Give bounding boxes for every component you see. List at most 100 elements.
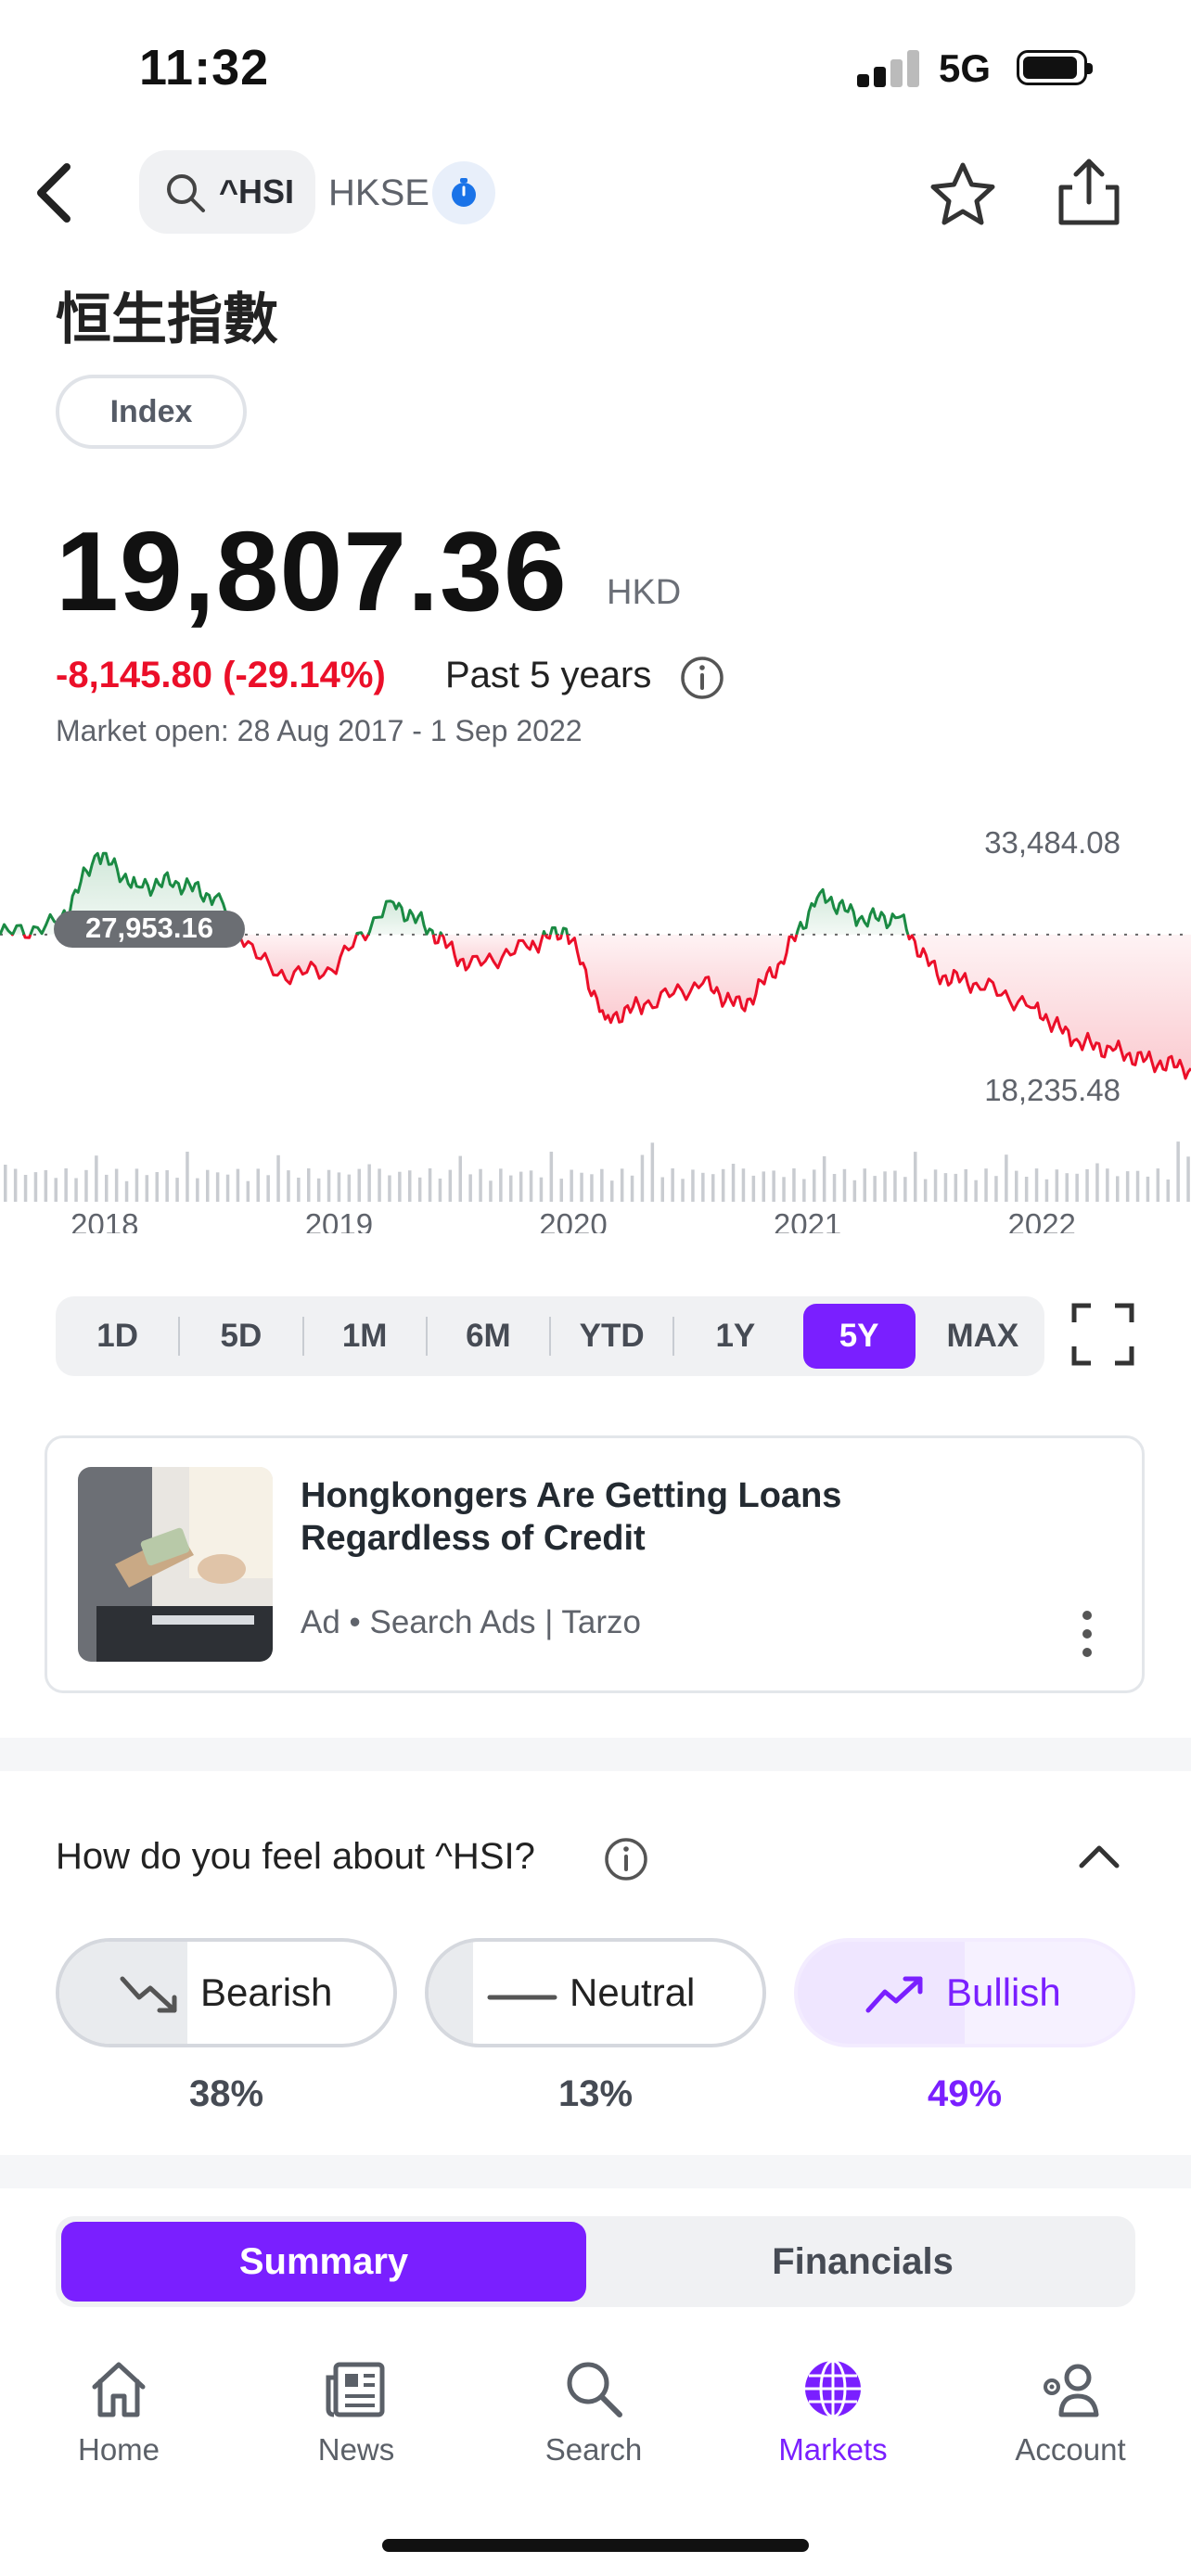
bearish-label: Bearish <box>200 1970 333 2014</box>
volume-bar <box>933 1169 938 1202</box>
volume-bar <box>539 1177 544 1202</box>
volume-bar <box>610 1180 614 1202</box>
volume-bar <box>468 1174 472 1202</box>
volume-bar <box>529 1170 533 1202</box>
tabbar-search[interactable]: Search <box>501 2355 686 2468</box>
volume-bar <box>327 1169 331 1202</box>
globe-icon <box>805 2359 861 2418</box>
volume-bar <box>458 1155 462 1202</box>
x-tick-label: 2019 <box>305 1207 373 1233</box>
volume-bar <box>246 1180 250 1202</box>
volume-bar <box>378 1168 381 1202</box>
volume-bar <box>974 1180 978 1202</box>
volume-bar <box>196 1178 199 1202</box>
timeframe-1m[interactable]: 1M <box>309 1304 421 1369</box>
tabbar-account[interactable]: Account <box>978 2355 1163 2468</box>
volume-bar <box>337 1172 341 1202</box>
timeframe-separator <box>178 1317 181 1356</box>
volume-bar <box>772 1170 775 1202</box>
bearish-button[interactable]: Bearish <box>56 1938 397 2047</box>
account-gear-icon <box>1044 2364 1099 2417</box>
baseline-badge: 27,953.16 <box>54 911 245 948</box>
volume-bar <box>448 1169 453 1202</box>
volume-bar <box>124 1180 129 1202</box>
x-tick-label: 2021 <box>774 1207 841 1233</box>
x-tick-label: 2022 <box>1007 1207 1075 1233</box>
volume-bar <box>590 1174 594 1202</box>
timeframe-1y[interactable]: 1Y <box>679 1304 791 1369</box>
type-tag[interactable]: Index <box>56 375 247 449</box>
more-vertical-icon <box>1082 1611 1092 1657</box>
volume-bar <box>74 1178 78 1202</box>
volume-bar <box>741 1168 746 1202</box>
back-button[interactable] <box>28 158 83 228</box>
price-chart[interactable]: 27,953.16 33,484.08 18,235.48 2018 2019 20… <box>0 816 1191 1233</box>
volume-bar <box>23 1175 28 1202</box>
timeframe-ytd[interactable]: YTD <box>556 1304 668 1369</box>
volume-bar <box>954 1173 958 1202</box>
period-label: Past 5 years <box>445 655 652 695</box>
market-hours-badge[interactable] <box>432 161 495 224</box>
info-button[interactable] <box>679 655 725 706</box>
timeframe-5y[interactable]: 5Y <box>802 1304 916 1369</box>
neutral-percent: 13% <box>557 2073 634 2114</box>
volume-bar <box>1095 1163 1099 1202</box>
volume-bar <box>559 1179 563 1202</box>
search-icon <box>167 174 205 212</box>
x-tick-label: 2020 <box>539 1207 607 1233</box>
ad-more-button[interactable] <box>1078 1606 1096 1662</box>
volume-bar <box>256 1168 260 1202</box>
tabbar-search-label: Search <box>544 2432 643 2467</box>
share-button[interactable] <box>1052 154 1126 236</box>
volume-bar <box>1034 1168 1039 1202</box>
collapse-button[interactable] <box>1076 1838 1122 1880</box>
tab-summary[interactable]: Summary <box>61 2222 586 2302</box>
volume-bar <box>660 1177 664 1202</box>
neutral-button[interactable]: Neutral <box>425 1938 766 2047</box>
tab-financials[interactable]: Financials <box>594 2222 1132 2302</box>
volume-bar <box>640 1154 645 1202</box>
tabbar-news[interactable]: News <box>263 2355 449 2468</box>
volume-bar <box>215 1172 220 1202</box>
volume-bar <box>1106 1168 1109 1202</box>
timeframe-5d[interactable]: 5D <box>185 1304 297 1369</box>
volume-bar <box>822 1155 826 1202</box>
volume-bar <box>903 1177 907 1202</box>
tabbar-home[interactable]: Home <box>26 2355 211 2468</box>
volume-bar <box>266 1175 270 1202</box>
timeframe-6m[interactable]: 6M <box>432 1304 544 1369</box>
high-value: 33,484.08 <box>984 825 1121 860</box>
symbol-search-pill[interactable]: ^HSI <box>139 150 315 234</box>
volume-bar <box>721 1168 725 1202</box>
section-divider <box>0 2155 1191 2188</box>
ad-meta: Ad • Search Ads | Tarzo <box>301 1604 642 1640</box>
ad-title[interactable]: Hongkongers Are Getting Loans Regardless… <box>301 1474 950 1560</box>
status-time: 11:32 <box>139 40 270 96</box>
volume-bar <box>893 1170 897 1202</box>
bullish-percent: 49% <box>927 2073 1003 2114</box>
volume-bar <box>1075 1173 1079 1202</box>
volume-bar <box>1055 1169 1059 1202</box>
volume-bar <box>1005 1154 1008 1202</box>
volume-bar <box>408 1170 412 1202</box>
timeframe-1d[interactable]: 1D <box>61 1304 173 1369</box>
price-line-up <box>439 931 443 936</box>
volume-bar <box>1186 1156 1190 1202</box>
bullish-button[interactable]: Bullish <box>794 1938 1135 2047</box>
watchlist-button[interactable] <box>926 158 1000 236</box>
exchange-label: HKSE <box>328 172 429 213</box>
volume-bar <box>438 1179 442 1202</box>
volume-bar <box>417 1177 422 1202</box>
volume-bar <box>1135 1170 1140 1202</box>
volume-bar <box>842 1168 847 1202</box>
tabbar-markets[interactable]: Markets <box>740 2355 926 2468</box>
fullscreen-button[interactable] <box>1070 1302 1135 1371</box>
x-tick-label: 2018 <box>70 1207 138 1233</box>
ad-image[interactable] <box>78 1467 273 1662</box>
volume-bar <box>4 1165 7 1202</box>
trend-down-icon <box>120 1976 177 2013</box>
timeframe-max[interactable]: MAX <box>927 1304 1039 1369</box>
volume-bar <box>95 1155 98 1202</box>
volume-bar <box>186 1152 189 1202</box>
sentiment-info-button[interactable] <box>603 1836 649 1887</box>
